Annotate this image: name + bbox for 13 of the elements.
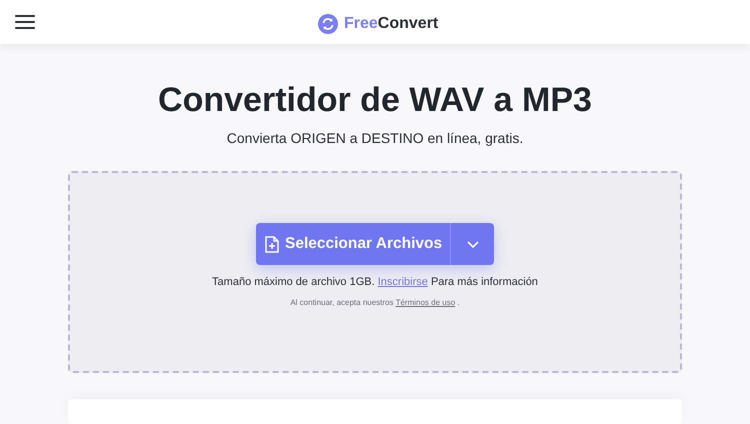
chevron-down-icon [466, 240, 479, 248]
terms-notice: Al continuar, acepta nuestros Términos de uso . [290, 296, 460, 308]
file-add-icon [265, 236, 279, 252]
file-size-info: Tamaño máximo de archivo 1GB. Inscribirse Para más información [212, 275, 538, 290]
logo-icon [318, 14, 338, 34]
drop-zone[interactable]: Seleccionar Archivos Tamaño máximo de archivo 1GB. Inscribirse Para más información Al continuar, acepta nuestros Términos de uso . [68, 171, 682, 373]
terms-link[interactable]: Términos de uso [396, 298, 456, 306]
logo-text[interactable]: FreeConvert [344, 12, 438, 36]
menu-icon[interactable] [15, 14, 35, 30]
subtitle: Convierta ORIGEN a DESTINO en línea, gratis. [226, 129, 524, 148]
sign-up-link[interactable]: Inscribirse [378, 276, 428, 288]
page-title: Convertidor de WAV a MP3 [157, 80, 593, 121]
select-files-button[interactable]: Seleccionar Archivos [256, 223, 494, 265]
